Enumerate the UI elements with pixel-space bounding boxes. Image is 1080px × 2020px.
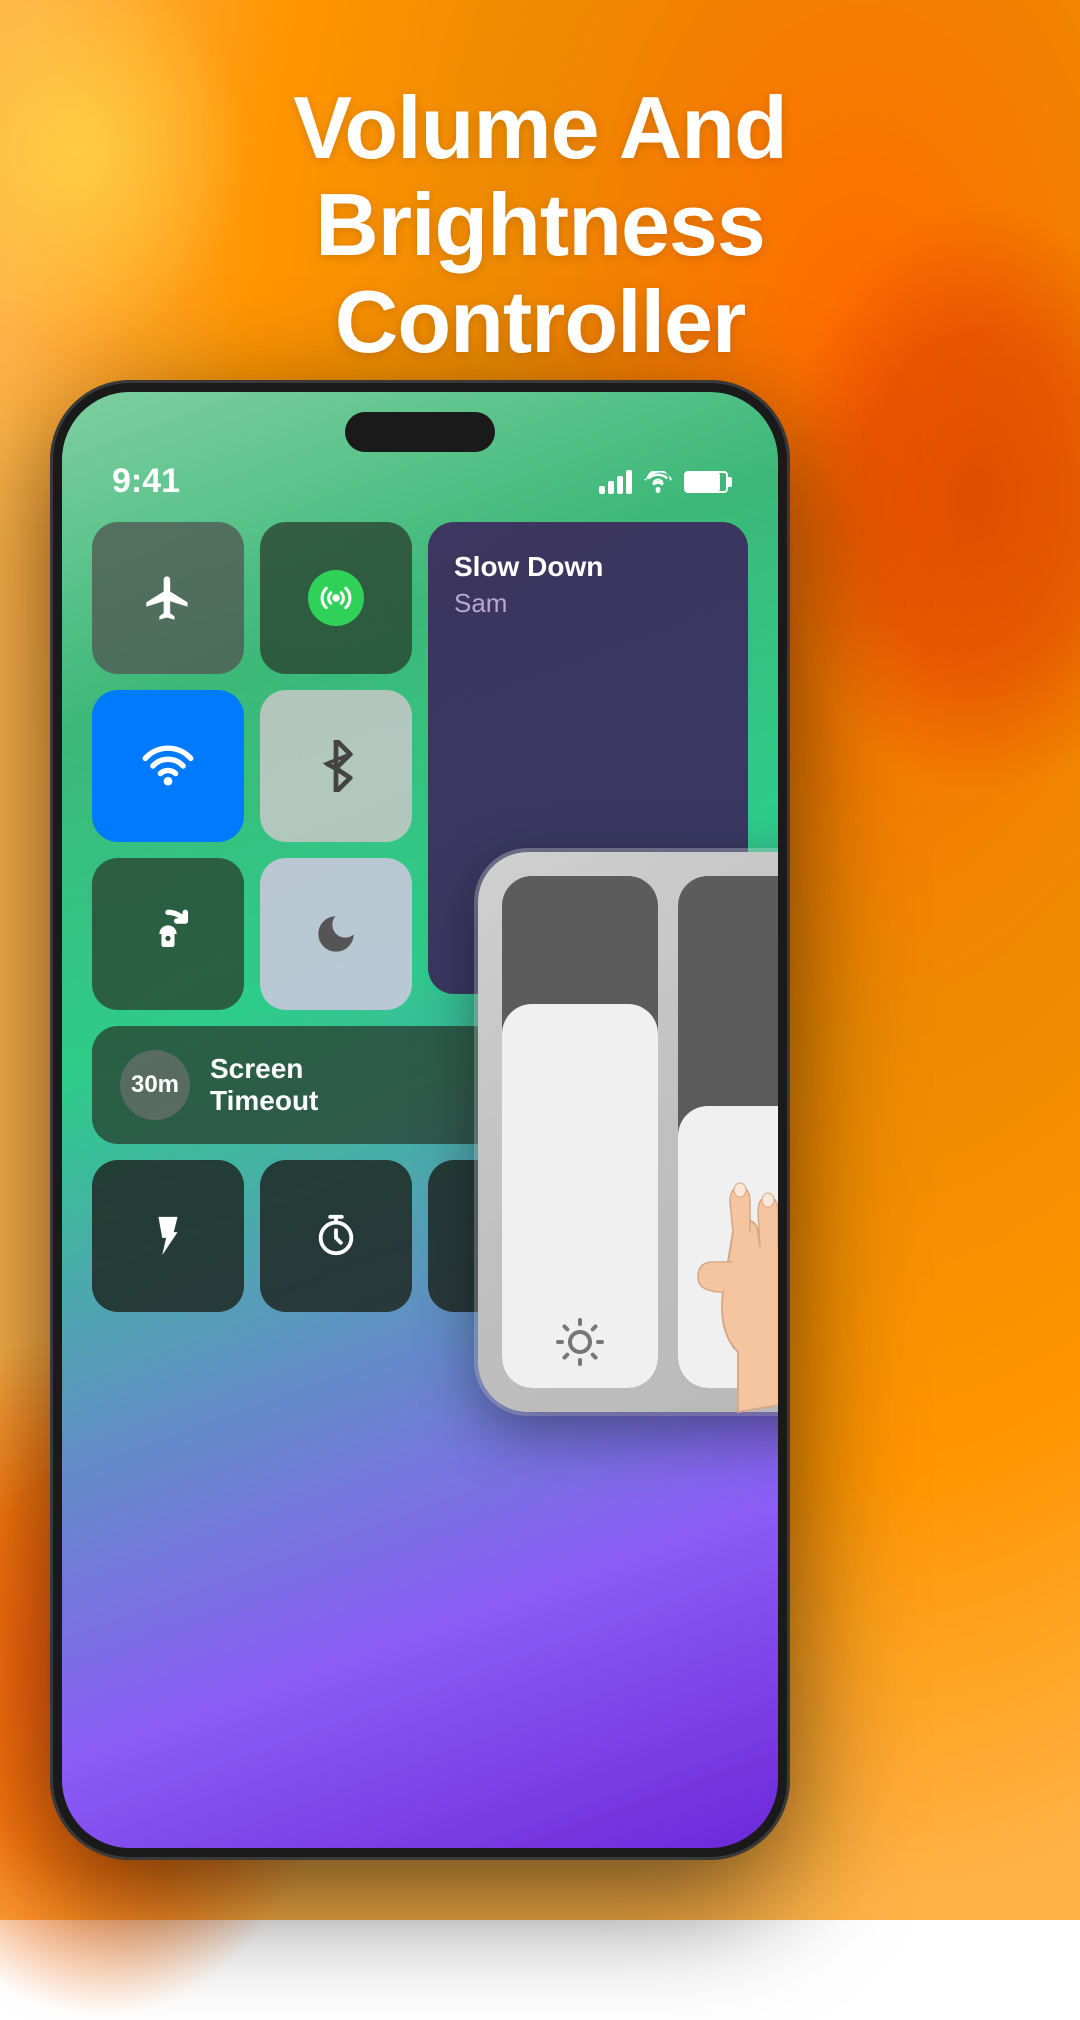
- header-title: Volume And Brightness Controller: [0, 80, 1080, 370]
- volume-brightness-widget: [478, 852, 778, 1412]
- battery-icon: [684, 471, 728, 493]
- flashlight-tile[interactable]: [92, 1160, 244, 1312]
- screen-timeout-badge: 30m: [120, 1050, 190, 1120]
- app-title: Volume And Brightness Controller: [60, 80, 1020, 370]
- timer-icon: [313, 1213, 359, 1259]
- hotspot-icon: [308, 570, 364, 626]
- sun-icon: [556, 1318, 604, 1366]
- hotspot-tile[interactable]: [260, 522, 412, 674]
- dynamic-island: [345, 412, 495, 452]
- hand-pointer-overlay: [668, 1082, 778, 1432]
- wifi-status-icon: [644, 471, 672, 493]
- screen-timeout-label: ScreenTimeout: [210, 1053, 318, 1117]
- status-icons: [599, 470, 728, 494]
- phone-mockup: 9:41: [50, 380, 790, 1860]
- wifi-icon: [142, 744, 194, 788]
- flashlight-icon: [145, 1213, 191, 1259]
- moon-icon: [313, 911, 359, 957]
- rotation-lock-icon: [142, 908, 194, 960]
- airplane-mode-tile[interactable]: [92, 522, 244, 674]
- airplane-icon: [142, 572, 194, 624]
- now-playing-artist: Sam: [454, 588, 603, 619]
- now-playing-title: Slow Down: [454, 550, 603, 584]
- brightness-slider[interactable]: [502, 876, 658, 1388]
- phone-frame: 9:41: [50, 380, 790, 1860]
- timer-tile[interactable]: [260, 1160, 412, 1312]
- rotation-lock-tile[interactable]: [92, 858, 244, 1010]
- wifi-tile[interactable]: [92, 690, 244, 842]
- signal-bars-icon: [599, 470, 632, 494]
- bluetooth-icon: [318, 740, 354, 792]
- status-bar: 9:41: [62, 462, 778, 501]
- phone-screen: 9:41: [62, 392, 778, 1848]
- do-not-disturb-tile[interactable]: [260, 858, 412, 1010]
- status-time: 9:41: [112, 462, 180, 501]
- bluetooth-tile[interactable]: [260, 690, 412, 842]
